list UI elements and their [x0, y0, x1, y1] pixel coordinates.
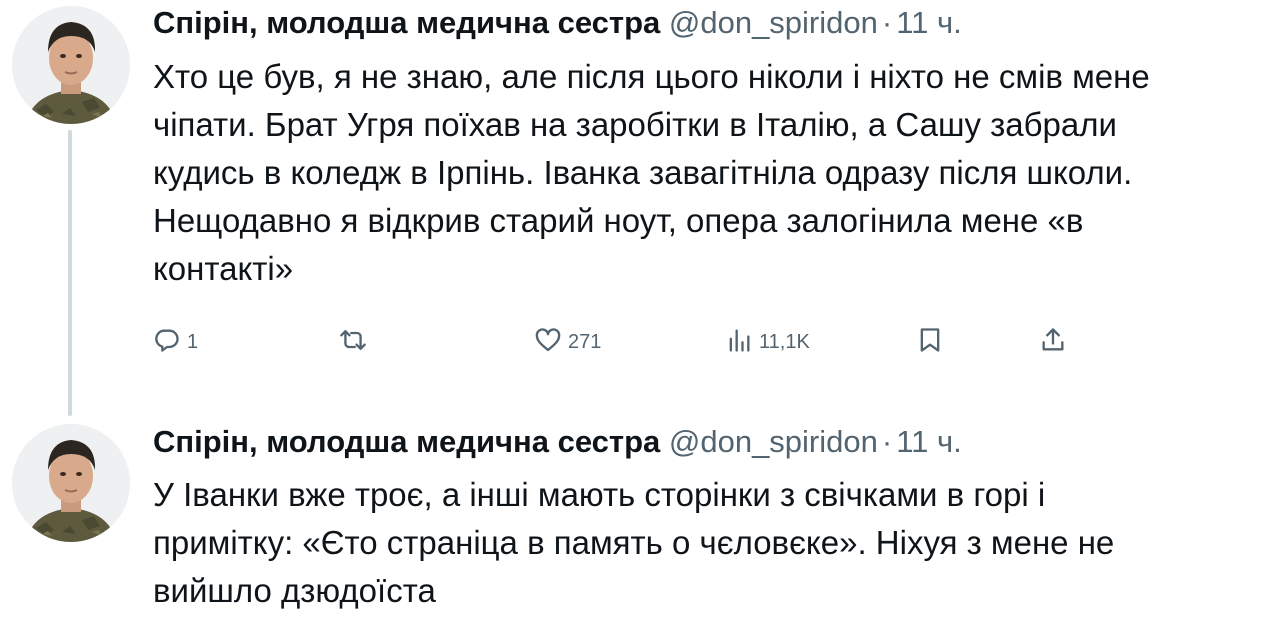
heart-icon: [534, 326, 562, 359]
tweet[interactable]: Спірін, молодша медична сестра @don_spir…: [0, 0, 1280, 416]
bookmark-icon: [916, 326, 944, 359]
avatar[interactable]: [12, 6, 130, 124]
separator-dot: ·: [881, 424, 893, 459]
tweet-text: Хто це був, я не знаю, але після цього н…: [153, 53, 1280, 293]
action-bar: 1 271 11,1K: [153, 322, 1073, 362]
tweet-text-line: вийшло дзюдоїста: [153, 572, 436, 609]
tweet-header: Спірін, молодша медична сестра @don_spir…: [153, 422, 962, 462]
reply-button[interactable]: 1: [153, 322, 198, 362]
tweet-text-line: примітку: «Єто страніца в память о чєлов…: [153, 524, 1115, 561]
reply-count: 1: [187, 330, 199, 353]
tweet[interactable]: Спірін, молодша медична сестра @don_spir…: [0, 410, 1280, 642]
retweet-icon: [339, 326, 367, 359]
thread-line: [68, 130, 72, 416]
share-icon: [1039, 326, 1067, 359]
reply-icon: [153, 326, 181, 359]
avatar[interactable]: [12, 424, 130, 542]
timestamp[interactable]: 11 ч.: [896, 5, 962, 40]
tweet-text: У Іванки вже троє, а інші мають сторінки…: [153, 471, 1280, 615]
tweet-text-line: кудись в коледж в Ірпінь. Іванка завагіт…: [153, 154, 1133, 191]
author-handle[interactable]: @don_spiridon: [669, 424, 878, 459]
tweet-text-line: Нещодавно я відкрив старий ноут, опера з…: [153, 202, 1084, 239]
tweet-text-line: контакті»: [153, 250, 294, 287]
tweet-header: Спірін, молодша медична сестра @don_spir…: [153, 3, 962, 43]
views-count: 11,1K: [759, 330, 810, 353]
avatar-image: [12, 6, 130, 124]
like-button[interactable]: 271: [534, 322, 601, 362]
timestamp[interactable]: 11 ч.: [896, 424, 962, 459]
avatar-image: [12, 424, 130, 542]
retweet-button[interactable]: [339, 322, 373, 362]
views-icon: [725, 326, 753, 359]
share-button[interactable]: [1039, 322, 1067, 362]
author-name[interactable]: Спірін, молодша медична сестра: [153, 5, 660, 40]
bookmark-button[interactable]: [916, 322, 944, 362]
like-count: 271: [568, 330, 602, 353]
separator-dot: ·: [881, 5, 893, 40]
tweet-text-line: У Іванки вже троє, а інші мають сторінки…: [153, 476, 1046, 513]
views-button[interactable]: 11,1K: [725, 322, 810, 362]
author-name[interactable]: Спірін, молодша медична сестра: [153, 424, 660, 459]
tweet-text-line: чіпати. Брат Угря поїхав на заробітки в …: [153, 106, 1117, 143]
author-handle[interactable]: @don_spiridon: [669, 5, 878, 40]
tweet-text-line: Хто це був, я не знаю, але після цього н…: [153, 58, 1150, 95]
